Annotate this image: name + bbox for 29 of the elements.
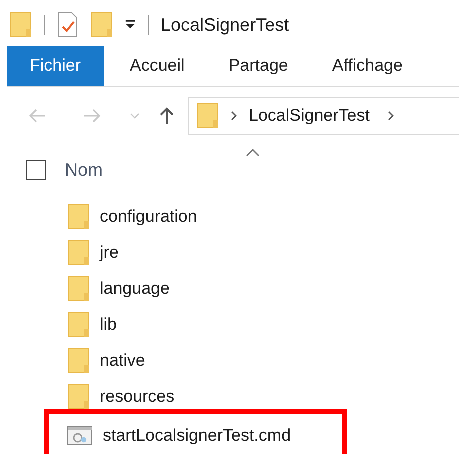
file-name[interactable]: resources bbox=[100, 387, 175, 407]
folder-icon[interactable] bbox=[91, 12, 113, 38]
file-name[interactable]: jre bbox=[100, 243, 119, 263]
chevron-right-icon[interactable] bbox=[388, 111, 394, 121]
ribbon-tab[interactable]: Fichier bbox=[7, 46, 104, 86]
file-name[interactable]: startLocalsignerTest.cmd bbox=[103, 426, 292, 446]
folder-icon bbox=[68, 276, 90, 302]
breadcrumb[interactable]: LocalSignerTest bbox=[249, 106, 370, 126]
folder-icon bbox=[10, 12, 32, 38]
script-file-icon bbox=[67, 426, 93, 446]
folder-icon bbox=[68, 348, 90, 374]
checkbox[interactable] bbox=[26, 160, 46, 180]
file-name[interactable]: lib bbox=[100, 315, 118, 335]
file-name[interactable]: configuration bbox=[100, 207, 198, 227]
up-icon[interactable] bbox=[160, 107, 174, 125]
folder-icon bbox=[68, 312, 90, 338]
folder-icon bbox=[68, 204, 90, 230]
sort-caret-icon bbox=[246, 149, 260, 157]
column-header[interactable]: Nom bbox=[65, 160, 104, 180]
folder-icon bbox=[197, 103, 219, 129]
window-title: LocalSignerTest bbox=[161, 14, 290, 36]
chevron-right-icon bbox=[231, 111, 237, 121]
folder-icon bbox=[68, 384, 90, 410]
properties-icon[interactable] bbox=[57, 12, 79, 38]
folder-icon bbox=[68, 240, 90, 266]
address-bar[interactable]: LocalSignerTest bbox=[188, 97, 459, 135]
file-name[interactable]: native bbox=[100, 351, 146, 371]
file-name[interactable]: language bbox=[100, 279, 170, 299]
dropdown-icon[interactable] bbox=[125, 20, 136, 30]
